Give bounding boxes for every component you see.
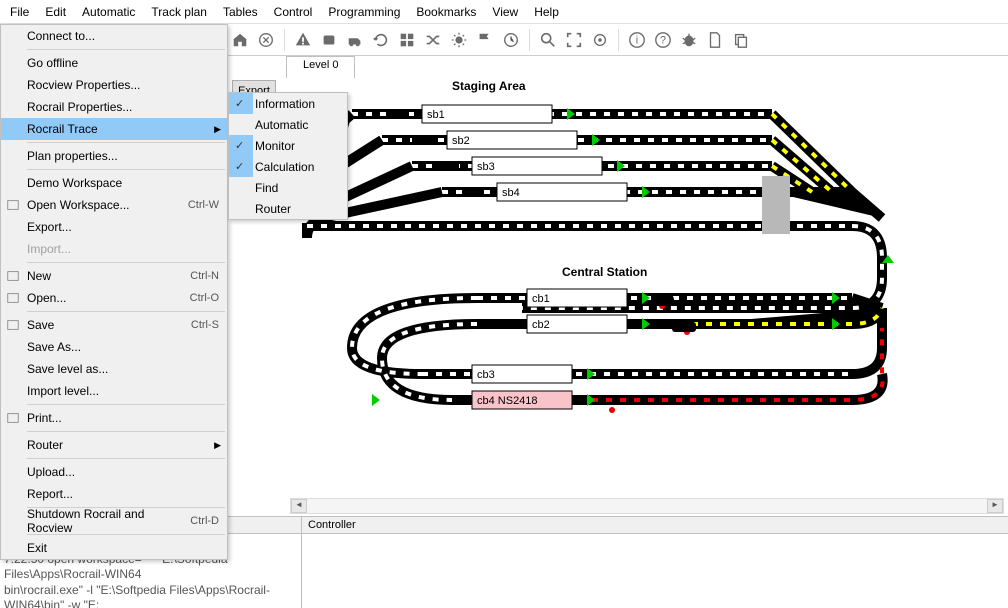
print-icon bbox=[5, 410, 21, 426]
file-menu-undefined: Import... bbox=[1, 238, 227, 260]
target-icon[interactable] bbox=[590, 30, 610, 50]
svg-text:sb1: sb1 bbox=[427, 109, 445, 121]
check-icon: ✓ bbox=[235, 97, 244, 110]
menu-view[interactable]: View bbox=[484, 2, 526, 22]
rocrail-trace-submenu: ✓InformationAutomatic✓Monitor✓Calculatio… bbox=[228, 92, 348, 220]
svg-text:sb3: sb3 bbox=[477, 161, 495, 173]
menu-trackplan[interactable]: Track plan bbox=[143, 2, 215, 22]
open-icon bbox=[5, 290, 21, 306]
file-menu-undefined[interactable]: Demo Workspace bbox=[1, 172, 227, 194]
level-crossing bbox=[762, 176, 790, 234]
menu-edit[interactable]: Edit bbox=[37, 2, 74, 22]
file-menu-undefined[interactable]: Router▶ bbox=[1, 434, 227, 456]
train-icon[interactable] bbox=[319, 30, 339, 50]
bug-icon[interactable] bbox=[679, 30, 699, 50]
controller-body bbox=[302, 534, 1008, 608]
controller-panel-title: Controller bbox=[302, 517, 1008, 534]
file-menu-undefined[interactable]: Save As... bbox=[1, 336, 227, 358]
svg-text:cb2: cb2 bbox=[532, 319, 550, 331]
file-menu-undefined[interactable]: Rocrail Trace▶ bbox=[1, 118, 227, 140]
check-icon: ✓ bbox=[235, 139, 244, 152]
menu-tables[interactable]: Tables bbox=[215, 2, 266, 22]
svg-text:sb2: sb2 bbox=[452, 135, 470, 147]
svg-text:i: i bbox=[636, 34, 638, 46]
clock-icon[interactable] bbox=[501, 30, 521, 50]
file-menu-undefined[interactable]: Print... bbox=[1, 407, 227, 429]
file-menu-undefined[interactable]: Go offline bbox=[1, 52, 227, 74]
file-menu-undefined[interactable]: Upload... bbox=[1, 461, 227, 483]
menu-programming[interactable]: Programming bbox=[320, 2, 408, 22]
file-menu-undefined[interactable]: Import level... bbox=[1, 380, 227, 402]
svg-text:?: ? bbox=[660, 34, 666, 46]
staging-area-title: Staging Area bbox=[452, 79, 526, 93]
shuffle-icon[interactable] bbox=[423, 30, 443, 50]
scroll-left-icon[interactable]: ◄ bbox=[291, 499, 307, 513]
home-icon[interactable] bbox=[230, 30, 250, 50]
file-menu-undefined[interactable]: Export... bbox=[1, 216, 227, 238]
central-station-title: Central Station bbox=[562, 265, 647, 279]
file-menu-undefined[interactable]: NewCtrl-N bbox=[1, 265, 227, 287]
file-menu-undefined[interactable]: Exit bbox=[1, 537, 227, 559]
svg-text:sb4: sb4 bbox=[502, 187, 520, 199]
file-menu-undefined[interactable]: Open...Ctrl-O bbox=[1, 287, 227, 309]
file-menu-undefined[interactable]: Open Workspace...Ctrl-W bbox=[1, 194, 227, 216]
zoom-icon[interactable] bbox=[538, 30, 558, 50]
info-icon[interactable]: i bbox=[627, 30, 647, 50]
file-menu-undefined[interactable]: Save level as... bbox=[1, 358, 227, 380]
tab-bar: Level 0 bbox=[286, 56, 355, 78]
tab-level0[interactable]: Level 0 bbox=[286, 56, 355, 78]
sun-icon[interactable] bbox=[449, 30, 469, 50]
help-icon[interactable]: ? bbox=[653, 30, 673, 50]
file-menu-undefined[interactable]: Plan properties... bbox=[1, 145, 227, 167]
track-canvas[interactable]: Staging Area Central Station bbox=[290, 78, 1004, 498]
warning-icon[interactable] bbox=[293, 30, 313, 50]
menu-automatic[interactable]: Automatic bbox=[74, 2, 143, 22]
menu-control[interactable]: Control bbox=[266, 2, 321, 22]
controller-panel: Controller bbox=[302, 517, 1008, 608]
svg-text:cb1: cb1 bbox=[532, 293, 550, 305]
svg-text:cb4 NS2418: cb4 NS2418 bbox=[477, 395, 538, 407]
flag-icon[interactable] bbox=[475, 30, 495, 50]
trace-router[interactable]: Router bbox=[229, 198, 347, 219]
scroll-right-icon[interactable]: ► bbox=[987, 499, 1003, 513]
menu-help[interactable]: Help bbox=[526, 2, 567, 22]
doc-icon[interactable] bbox=[705, 30, 725, 50]
save-icon bbox=[5, 317, 21, 333]
trace-information[interactable]: ✓Information bbox=[229, 93, 347, 114]
canvas-hscroll[interactable]: ◄ ► bbox=[290, 498, 1004, 514]
trace-automatic[interactable]: Automatic bbox=[229, 114, 347, 135]
refresh-icon[interactable] bbox=[371, 30, 391, 50]
loco-icon[interactable] bbox=[345, 30, 365, 50]
trace-find[interactable]: Find bbox=[229, 177, 347, 198]
grid-icon[interactable] bbox=[397, 30, 417, 50]
menubar: File Edit Automatic Track plan Tables Co… bbox=[0, 0, 1008, 24]
file-menu-undefined[interactable]: Shutdown Rocrail and RocviewCtrl-D bbox=[1, 510, 227, 532]
new-icon bbox=[5, 268, 21, 284]
check-icon: ✓ bbox=[235, 160, 244, 173]
file-menu-undefined[interactable]: Rocrail Properties... bbox=[1, 96, 227, 118]
menu-bookmarks[interactable]: Bookmarks bbox=[408, 2, 484, 22]
file-menu-dropdown: Connect to... Go offlineRocview Propertie… bbox=[0, 24, 228, 560]
submenu-arrow-icon: ▶ bbox=[214, 440, 221, 451]
trace-calculation[interactable]: ✓Calculation bbox=[229, 156, 347, 177]
menu-file[interactable]: File bbox=[2, 2, 37, 22]
cancel-icon[interactable] bbox=[256, 30, 276, 50]
svg-text:cb3: cb3 bbox=[477, 369, 495, 381]
folder-icon bbox=[5, 197, 21, 213]
fullscreen-icon[interactable] bbox=[564, 30, 584, 50]
trace-monitor[interactable]: ✓Monitor bbox=[229, 135, 347, 156]
file-menu-undefined[interactable]: Rocview Properties... bbox=[1, 74, 227, 96]
submenu-arrow-icon: ▶ bbox=[214, 124, 221, 135]
file-menu-undefined[interactable]: Connect to... bbox=[1, 25, 227, 47]
file-menu-undefined[interactable]: SaveCtrl-S bbox=[1, 314, 227, 336]
file-menu-undefined[interactable]: Report... bbox=[1, 483, 227, 505]
copy-icon[interactable] bbox=[731, 30, 751, 50]
